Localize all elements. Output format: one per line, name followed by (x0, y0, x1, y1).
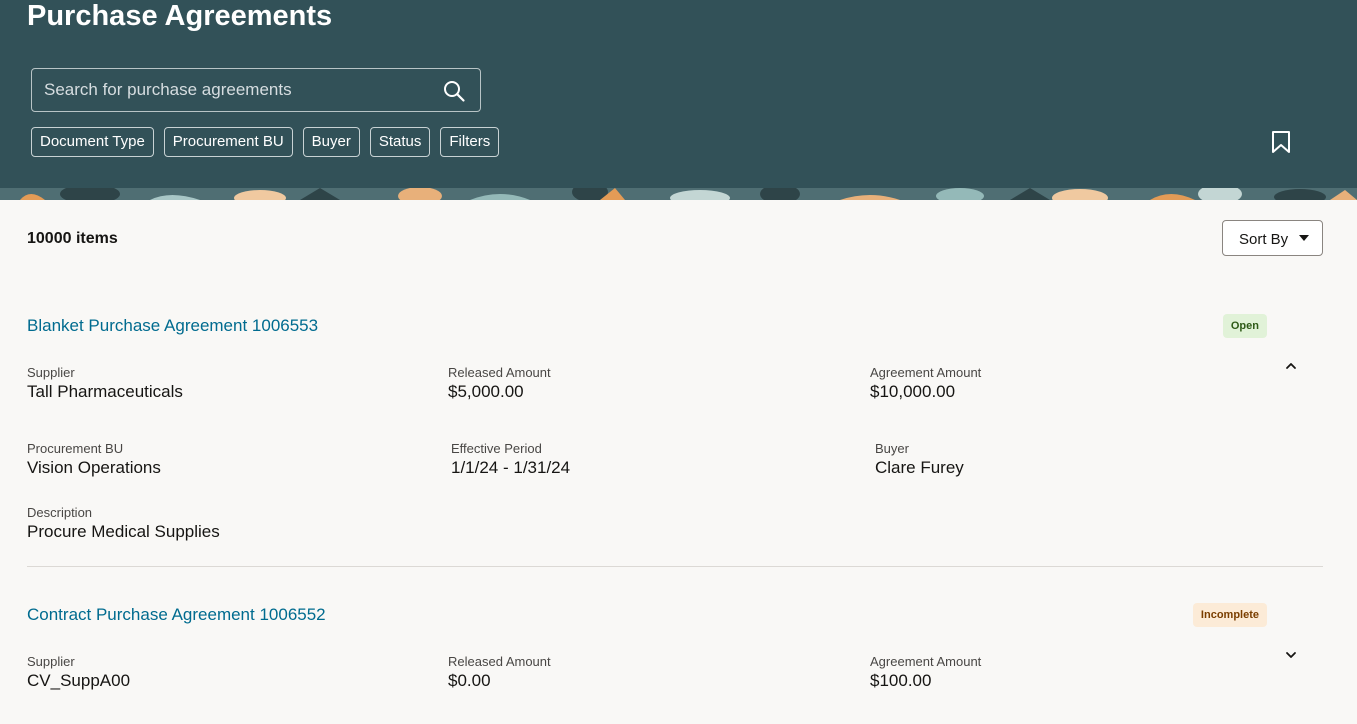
effective-period-value: 1/1/24 - 1/31/24 (451, 458, 571, 477)
released-amount-value: $0.00 (448, 671, 491, 690)
search-input[interactable] (44, 69, 434, 111)
filter-chip-procurement-bu[interactable]: Procurement BU (163, 127, 293, 157)
sort-by-label: Sort By (1239, 231, 1289, 248)
effective-period-field: Effective Period 1/1/24 - 1/31/24 (451, 441, 570, 479)
filter-chip-filters[interactable]: Filters (440, 127, 500, 157)
filter-chip-buyer[interactable]: Buyer (302, 127, 360, 157)
decorative-pattern (0, 188, 1357, 200)
agreement-amount-field: Agreement Amount $10,000.00 (870, 365, 981, 403)
procurement-bu-value: Vision Operations (27, 458, 161, 477)
supplier-field: Supplier Tall Pharmaceuticals (27, 365, 183, 403)
agreement-amount-label: Agreement Amount (870, 654, 982, 669)
caret-down-icon (1299, 235, 1309, 241)
effective-period-label: Effective Period (451, 441, 542, 456)
released-amount-field: Released Amount $0.00 (448, 654, 551, 692)
agreement-amount-label: Agreement Amount (870, 365, 982, 380)
agreement-title-link[interactable]: Contract Purchase Agreement 1006552 (27, 605, 326, 625)
chevron-down-icon[interactable] (1283, 647, 1299, 663)
released-amount-field: Released Amount $5,000.00 (448, 365, 551, 403)
items-count: 10000 items (27, 230, 118, 247)
bookmark-icon[interactable] (1270, 130, 1292, 154)
page-title: Purchase Agreements (27, 0, 333, 32)
agreement-title-link[interactable]: Blanket Purchase Agreement 1006553 (27, 316, 318, 336)
filter-chip-status[interactable]: Status (369, 127, 431, 157)
filter-chip-document-type[interactable]: Document Type (31, 127, 154, 157)
filter-chips: Document Type Procurement BU Buyer Statu… (31, 127, 500, 157)
released-amount-value: $5,000.00 (448, 382, 524, 401)
buyer-value: Clare Furey (875, 458, 964, 477)
chevron-up-icon[interactable] (1283, 358, 1299, 374)
agreement-amount-field: Agreement Amount $100.00 (870, 654, 981, 692)
supplier-field: Supplier CV_SuppA00 (27, 654, 130, 692)
status-badge: Incomplete (1192, 603, 1267, 627)
card-divider (27, 566, 1323, 567)
buyer-field: Buyer Clare Furey (875, 441, 964, 479)
released-amount-label: Released Amount (448, 654, 551, 669)
search-box[interactable] (31, 68, 481, 112)
description-value: Procure Medical Supplies (27, 522, 220, 541)
released-amount-label: Released Amount (448, 365, 551, 380)
search-icon[interactable] (442, 79, 466, 103)
agreement-amount-value: $100.00 (870, 671, 932, 690)
procurement-bu-field: Procurement BU Vision Operations (27, 441, 161, 479)
supplier-value: CV_SuppA00 (27, 671, 131, 690)
supplier-label: Supplier (27, 365, 75, 380)
description-label: Description (27, 505, 93, 520)
buyer-label: Buyer (875, 441, 909, 456)
supplier-label: Supplier (27, 654, 75, 669)
procurement-bu-label: Procurement BU (27, 441, 124, 456)
sort-by-button[interactable]: Sort By (1222, 220, 1323, 256)
agreement-amount-value: $10,000.00 (870, 382, 956, 401)
supplier-value: Tall Pharmaceuticals (27, 382, 183, 401)
description-field: Description Procure Medical Supplies (27, 505, 220, 543)
page-header: Purchase Agreements Document Type Procur… (0, 0, 1357, 200)
status-badge: Open (1222, 314, 1267, 338)
